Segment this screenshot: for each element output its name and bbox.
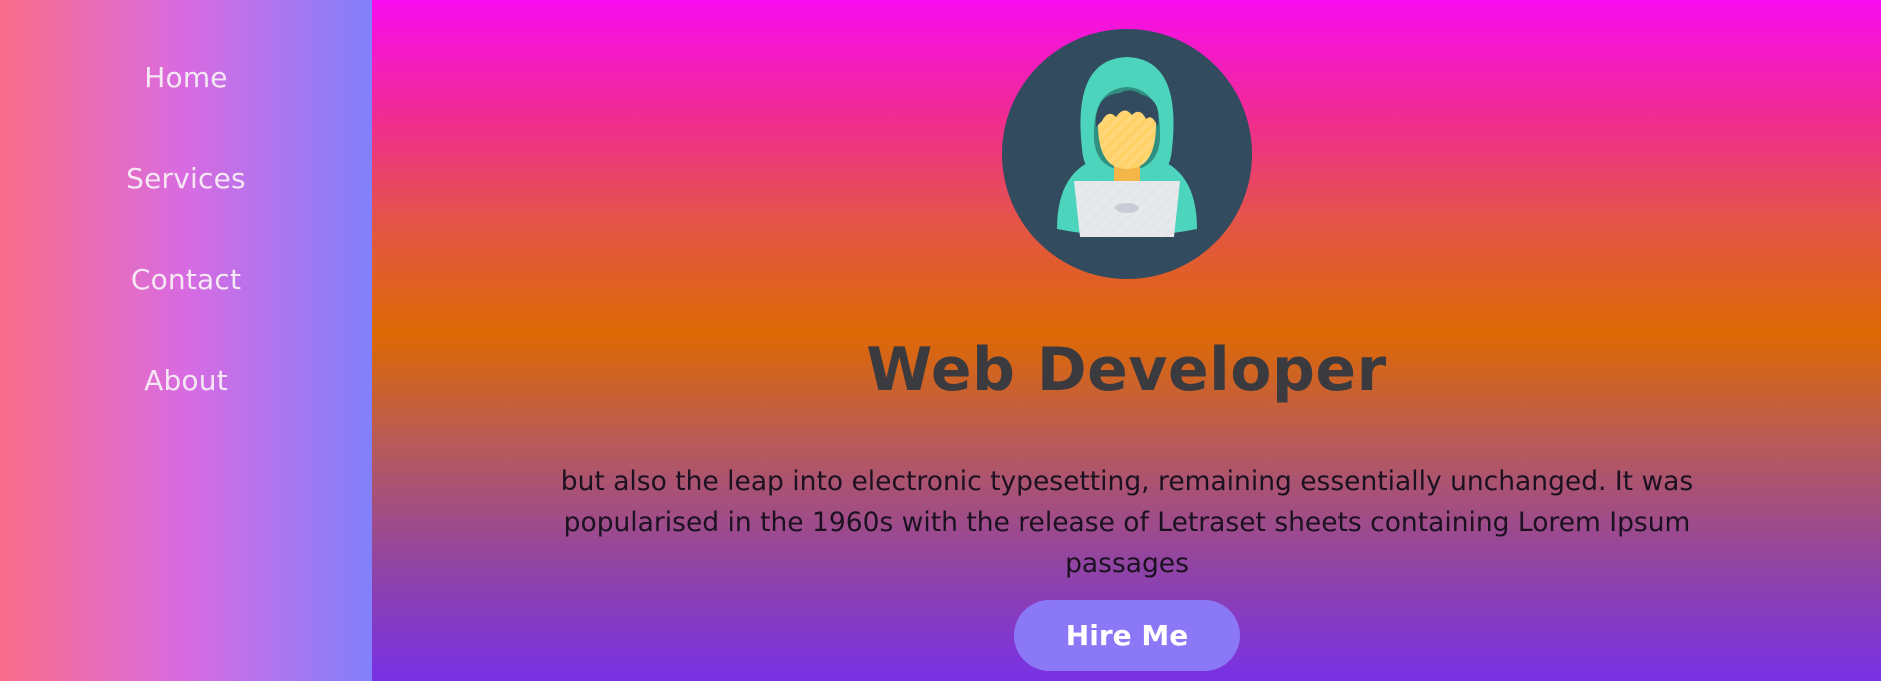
developer-with-laptop-icon <box>1002 29 1252 279</box>
hero-description: but also the leap into electronic typese… <box>560 466 1694 579</box>
hire-me-button[interactable]: Hire Me <box>1014 600 1240 671</box>
main-hero: Web Developer but also the leap into ele… <box>372 0 1881 681</box>
page: Home Services Contact About Web Develope… <box>0 0 1881 681</box>
page-title: Web Developer <box>866 335 1387 405</box>
sidebar-item-services[interactable]: Services <box>126 158 246 259</box>
sidebar-item-about[interactable]: About <box>144 360 228 461</box>
sidebar-item-home[interactable]: Home <box>144 57 228 158</box>
sidebar-item-contact[interactable]: Contact <box>131 259 241 360</box>
sidebar: Home Services Contact About <box>0 0 372 681</box>
